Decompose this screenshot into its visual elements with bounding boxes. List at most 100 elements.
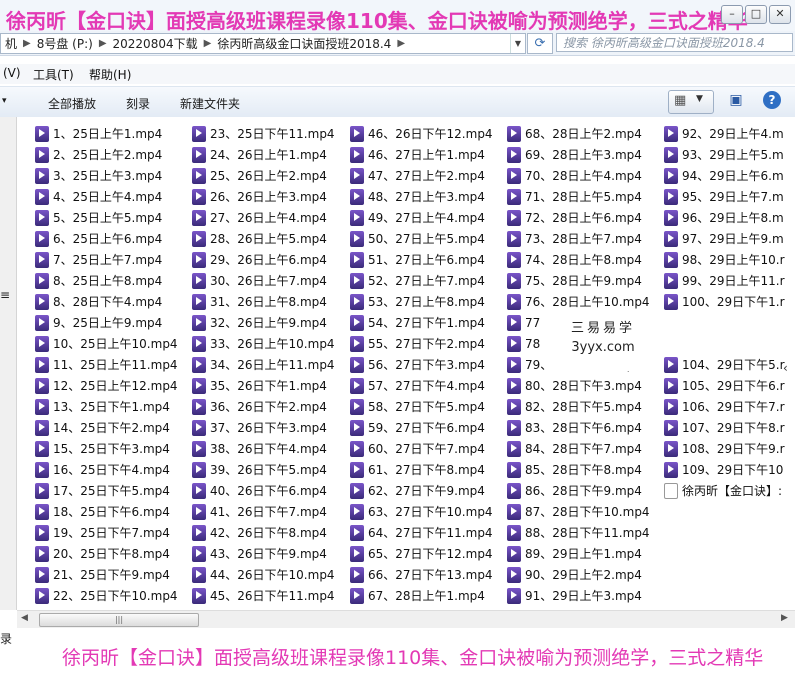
file-item[interactable]: 26、26日上午3.mp4 xyxy=(192,186,335,207)
play-all-button[interactable]: 全部播放 xyxy=(48,95,96,112)
file-item[interactable]: 8、28日下午4.mp4 xyxy=(35,291,178,312)
file-item[interactable]: 67、28日上午1.mp4 xyxy=(350,585,493,606)
menu-help[interactable]: 帮助(H) xyxy=(89,66,131,83)
breadcrumb-separator-icon[interactable]: ▶ xyxy=(202,38,214,49)
file-item[interactable]: 18、25日下午6.mp4 xyxy=(35,501,178,522)
file-item[interactable]: 76、28日上午10.mp4 xyxy=(507,291,650,312)
file-item[interactable]: 17、25日下午5.mp4 xyxy=(35,480,178,501)
file-item[interactable]: 2、25日上午2.mp4 xyxy=(35,144,178,165)
file-item[interactable]: 66、27日下午13.mp4 xyxy=(350,564,493,585)
file-item[interactable]: 徐丙昕【金口诀】: xyxy=(664,480,785,501)
file-item[interactable]: 43、26日下午9.mp4 xyxy=(192,543,335,564)
scroll-right-arrow-icon[interactable]: ‹ xyxy=(783,361,795,381)
file-item[interactable]: 21、25日下午9.mp4 xyxy=(35,564,178,585)
file-item[interactable]: 50、27日上午5.mp4 xyxy=(350,228,493,249)
file-item[interactable]: 33、26日上午10.mp4 xyxy=(192,333,335,354)
breadcrumb-drive[interactable]: 8号盘 (P:) xyxy=(33,35,97,52)
file-item[interactable]: 34、26日上午11.mp4 xyxy=(192,354,335,375)
navigation-pane[interactable]: ≡ xyxy=(0,117,17,610)
file-item[interactable]: 47、27日上午2.mp4 xyxy=(350,165,493,186)
file-item[interactable]: 104、29日下午5.r xyxy=(664,354,785,375)
file-item[interactable]: 40、26日下午6.mp4 xyxy=(192,480,335,501)
file-item[interactable]: 57、27日下午4.mp4 xyxy=(350,375,493,396)
file-item[interactable]: 44、26日下午10.mp4 xyxy=(192,564,335,585)
file-item[interactable]: 99、29日上午11.r xyxy=(664,270,785,291)
preview-pane-icon[interactable]: ▣ xyxy=(726,92,746,110)
file-item[interactable]: 16、25日下午4.mp4 xyxy=(35,459,178,480)
scrollbar-thumb[interactable]: ||| xyxy=(39,613,199,627)
file-item[interactable]: 29、26日上午6.mp4 xyxy=(192,249,335,270)
file-item[interactable]: 86、28日下午9.mp4 xyxy=(507,480,650,501)
file-item[interactable]: 19、25日下午7.mp4 xyxy=(35,522,178,543)
file-item[interactable]: 64、27日下午11.mp4 xyxy=(350,522,493,543)
file-item[interactable]: 74、28日上午8.mp4 xyxy=(507,249,650,270)
file-item[interactable]: 38、26日下午4.mp4 xyxy=(192,438,335,459)
organize-dropdown-icon[interactable]: ▾ xyxy=(2,96,7,106)
file-item[interactable]: 49、27日上午4.mp4 xyxy=(350,207,493,228)
file-item[interactable]: 10、25日上午10.mp4 xyxy=(35,333,178,354)
file-item[interactable]: 46、27日上午1.mp4 xyxy=(350,144,493,165)
file-item[interactable]: 75、28日上午9.mp4 xyxy=(507,270,650,291)
minimize-button[interactable]: – xyxy=(721,5,743,24)
change-view-button[interactable]: ▦ ▼ xyxy=(668,90,714,114)
breadcrumb-separator-icon[interactable]: ▶ xyxy=(395,38,407,49)
breadcrumb-separator-icon[interactable]: ▶ xyxy=(97,38,109,49)
breadcrumb-download[interactable]: 20220804下载 xyxy=(109,35,202,52)
file-item[interactable]: 1、25日上午1.mp4 xyxy=(35,123,178,144)
file-item[interactable]: 65、27日下午12.mp4 xyxy=(350,543,493,564)
file-item[interactable]: 54、27日下午1.mp4 xyxy=(350,312,493,333)
file-item[interactable]: 98、29日上午10.r xyxy=(664,249,785,270)
file-item[interactable]: 92、29日上午4.m xyxy=(664,123,785,144)
file-item[interactable]: 69、28日上午3.mp4 xyxy=(507,144,650,165)
file-item[interactable]: 42、26日下午8.mp4 xyxy=(192,522,335,543)
close-button[interactable]: ✕ xyxy=(769,5,791,24)
file-item[interactable]: 5、25日上午5.mp4 xyxy=(35,207,178,228)
file-item[interactable]: 32、26日上午9.mp4 xyxy=(192,312,335,333)
file-item[interactable]: 27、26日上午4.mp4 xyxy=(192,207,335,228)
refresh-icon[interactable]: ⟳ xyxy=(527,33,553,54)
file-item[interactable]: 6、25日上午6.mp4 xyxy=(35,228,178,249)
file-item[interactable]: 85、28日下午8.mp4 xyxy=(507,459,650,480)
menu-view[interactable]: (V) xyxy=(3,66,21,80)
file-item[interactable]: 62、27日下午9.mp4 xyxy=(350,480,493,501)
file-item[interactable]: 51、27日上午6.mp4 xyxy=(350,249,493,270)
file-item[interactable]: 3、25日上午3.mp4 xyxy=(35,165,178,186)
horizontal-scrollbar[interactable]: ◀ ||| ▶ xyxy=(17,610,795,628)
file-item[interactable]: 24、26日上午1.mp4 xyxy=(192,144,335,165)
file-item[interactable]: 55、27日下午2.mp4 xyxy=(350,333,493,354)
file-item[interactable]: 9、25日上午9.mp4 xyxy=(35,312,178,333)
file-item[interactable]: 107、29日下午8.r xyxy=(664,417,785,438)
file-item[interactable]: 63、27日下午10.mp4 xyxy=(350,501,493,522)
file-item[interactable]: 4、25日上午4.mp4 xyxy=(35,186,178,207)
file-item[interactable]: 87、28日下午10.mp4 xyxy=(507,501,650,522)
file-item[interactable]: 91、29日上午3.mp4 xyxy=(507,585,650,606)
file-item[interactable]: 52、27日上午7.mp4 xyxy=(350,270,493,291)
file-item[interactable]: 93、29日上午5.m xyxy=(664,144,785,165)
breadcrumb-current-folder[interactable]: 徐丙昕高级金口诀面授班2018.4 xyxy=(213,35,395,52)
file-item[interactable]: 45、26日下午11.mp4 xyxy=(192,585,335,606)
file-item[interactable]: 12、25日上午12.mp4 xyxy=(35,375,178,396)
address-dropdown-icon[interactable]: ▼ xyxy=(510,34,525,53)
file-item[interactable]: 20、25日下午8.mp4 xyxy=(35,543,178,564)
file-item[interactable]: 100、29日下午1.r xyxy=(664,291,785,312)
file-item[interactable]: 61、27日下午8.mp4 xyxy=(350,459,493,480)
file-item[interactable]: 15、25日下午3.mp4 xyxy=(35,438,178,459)
file-item[interactable]: 73、28日上午7.mp4 xyxy=(507,228,650,249)
file-item[interactable]: 96、29日上午8.m xyxy=(664,207,785,228)
file-item[interactable]: 56、27日下午3.mp4 xyxy=(350,354,493,375)
file-item[interactable]: 31、26日上午8.mp4 xyxy=(192,291,335,312)
file-item[interactable]: 60、27日下午7.mp4 xyxy=(350,438,493,459)
file-item[interactable]: 41、26日下午7.mp4 xyxy=(192,501,335,522)
file-item[interactable]: 13、25日下午1.mp4 xyxy=(35,396,178,417)
file-item[interactable]: 46、26日下午12.mp4 xyxy=(350,123,493,144)
file-item[interactable]: 97、29日上午9.m xyxy=(664,228,785,249)
file-item[interactable]: 11、25日上午11.mp4 xyxy=(35,354,178,375)
file-item[interactable]: 72、28日上午6.mp4 xyxy=(507,207,650,228)
file-item[interactable]: 70、28日上午4.mp4 xyxy=(507,165,650,186)
file-item[interactable]: 108、29日下午9.r xyxy=(664,438,785,459)
address-bar[interactable]: 机 ▶ 8号盘 (P:) ▶ 20220804下载 ▶ 徐丙昕高级金口诀面授班2… xyxy=(0,33,526,54)
file-item[interactable]: 36、26日下午2.mp4 xyxy=(192,396,335,417)
file-item[interactable]: 105、29日下午6.r xyxy=(664,375,785,396)
help-icon[interactable]: ? xyxy=(763,91,781,109)
file-item[interactable]: 95、29日上午7.m xyxy=(664,186,785,207)
